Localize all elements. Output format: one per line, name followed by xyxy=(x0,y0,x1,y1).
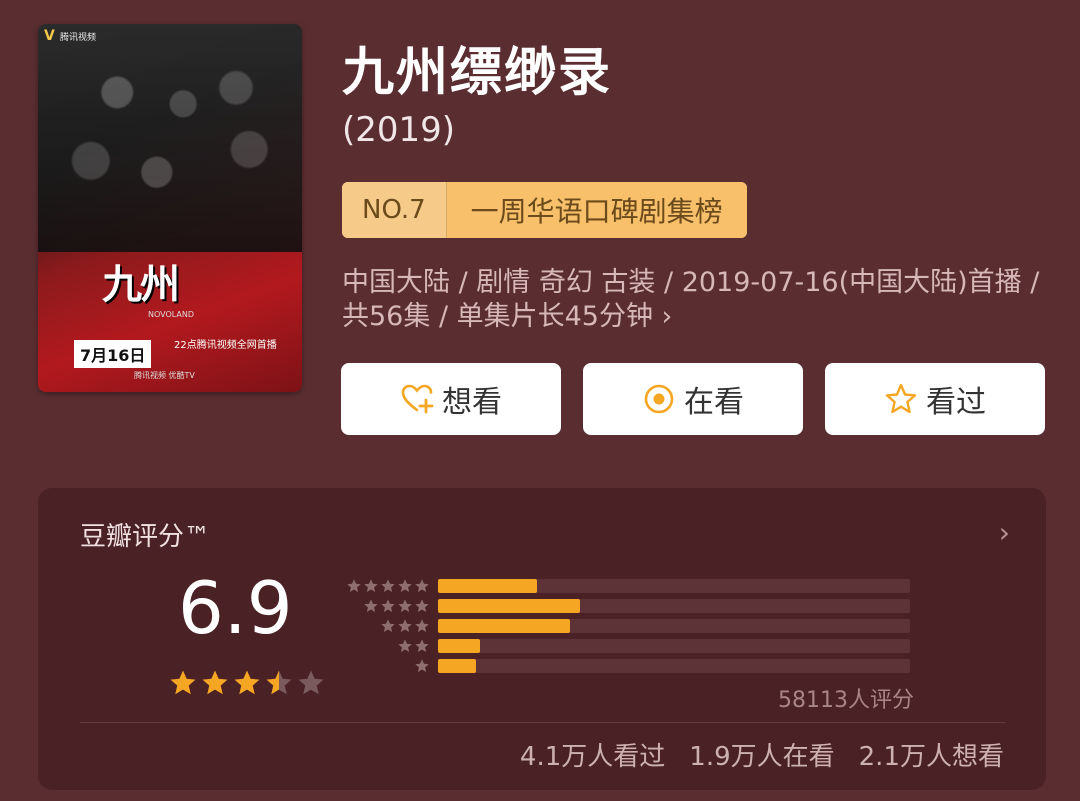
distribution-bar xyxy=(438,579,538,593)
distribution-row xyxy=(334,656,910,676)
rating-star-icon xyxy=(234,670,260,695)
distribution-track xyxy=(438,579,910,593)
target-icon xyxy=(642,382,676,416)
info-meta-link[interactable]: 中国大陆 / 剧情 奇幻 古装 / 2019-07-16(中国大陆)首播 / 共… xyxy=(342,266,1042,334)
rating-card[interactable]: 豆瓣评分™ › 6.9 58113人评分 4.1万人看过 1.9万人在看 2.1… xyxy=(38,488,1046,790)
rank-number: NO.7 xyxy=(342,182,447,238)
rating-star-icon xyxy=(202,670,228,695)
small-star-icon xyxy=(381,599,395,612)
distribution-bar xyxy=(438,659,476,673)
small-star-icon xyxy=(415,619,429,632)
distribution-row xyxy=(334,636,910,656)
distribution-track xyxy=(438,659,910,673)
release-year: (2019) xyxy=(342,110,456,150)
small-star-icon xyxy=(398,579,412,592)
small-star-icon xyxy=(364,579,378,592)
poster-slogan: 22点腾讯视频全网首播 xyxy=(174,340,277,351)
rating-score: 6.9 xyxy=(178,566,293,650)
poster-footer: 腾讯视频 优酷TV xyxy=(134,371,195,380)
viewer-stats: 4.1万人看过 1.9万人在看 2.1万人想看 xyxy=(520,736,1004,773)
watching-label: 在看 xyxy=(684,385,744,420)
distribution-stars xyxy=(334,658,430,674)
small-star-icon xyxy=(398,639,412,652)
small-star-icon xyxy=(415,579,429,592)
small-star-icon xyxy=(381,579,395,592)
rating-distribution xyxy=(334,576,910,676)
small-star-icon xyxy=(398,599,412,612)
distribution-bar xyxy=(438,619,571,633)
poster-eng-title: NOVOLAND xyxy=(148,310,195,319)
distribution-stars xyxy=(334,598,430,614)
star-outline-icon xyxy=(884,382,918,416)
rating-stars xyxy=(168,668,326,698)
heart-plus-icon xyxy=(400,382,434,416)
chevron-right-icon[interactable]: › xyxy=(999,516,1010,549)
distribution-stars xyxy=(334,578,430,594)
want-count[interactable]: 2.1万人想看 xyxy=(859,736,1004,773)
distribution-bar xyxy=(438,599,580,613)
distribution-row xyxy=(334,576,910,596)
page-title: 九州缥缈录 xyxy=(342,43,613,103)
poster-date: 7月16日 xyxy=(74,340,152,368)
small-star-icon xyxy=(381,619,395,632)
watching-count[interactable]: 1.9万人在看 xyxy=(689,736,834,773)
distribution-bar xyxy=(438,639,481,653)
rating-count: 58113人评分 xyxy=(778,688,914,713)
distribution-stars xyxy=(334,618,430,634)
poster-title-art: 九州 xyxy=(102,262,180,308)
want-button[interactable]: 想看 xyxy=(341,363,561,435)
small-star-icon xyxy=(364,599,378,612)
small-star-icon xyxy=(398,619,412,632)
ranking-badge[interactable]: NO.7 一周华语口碑剧集榜 xyxy=(342,182,747,238)
distribution-row xyxy=(334,616,910,636)
tencent-logo: V xyxy=(44,28,55,44)
poster-art xyxy=(38,24,302,253)
small-star-icon xyxy=(415,599,429,612)
small-star-icon xyxy=(347,579,361,592)
distribution-row xyxy=(334,596,910,616)
rating-label: 豆瓣评分™ xyxy=(80,522,211,552)
distribution-stars xyxy=(334,638,430,654)
want-label: 想看 xyxy=(442,385,502,420)
rank-list-name: 一周华语口碑剧集榜 xyxy=(446,182,747,238)
watched-button[interactable]: 看过 xyxy=(825,363,1045,435)
small-star-icon xyxy=(415,639,429,652)
action-buttons: 想看 在看 看过 xyxy=(341,363,1045,435)
poster-brand: 腾讯视频 xyxy=(60,33,97,43)
distribution-track xyxy=(438,599,910,613)
watching-button[interactable]: 在看 xyxy=(583,363,803,435)
poster-image[interactable]: V 腾讯视频 九州 NOVOLAND 7月16日 22点腾讯视频全网首播 腾讯视… xyxy=(38,24,302,392)
watched-count[interactable]: 4.1万人看过 xyxy=(520,736,665,773)
divider xyxy=(80,722,1006,723)
rating-star-icon xyxy=(266,670,292,695)
small-star-icon xyxy=(415,659,429,672)
watched-label: 看过 xyxy=(926,385,986,420)
rating-star-icon xyxy=(170,670,196,695)
rating-star-icon xyxy=(298,670,324,695)
distribution-track xyxy=(438,639,910,653)
distribution-track xyxy=(438,619,910,633)
